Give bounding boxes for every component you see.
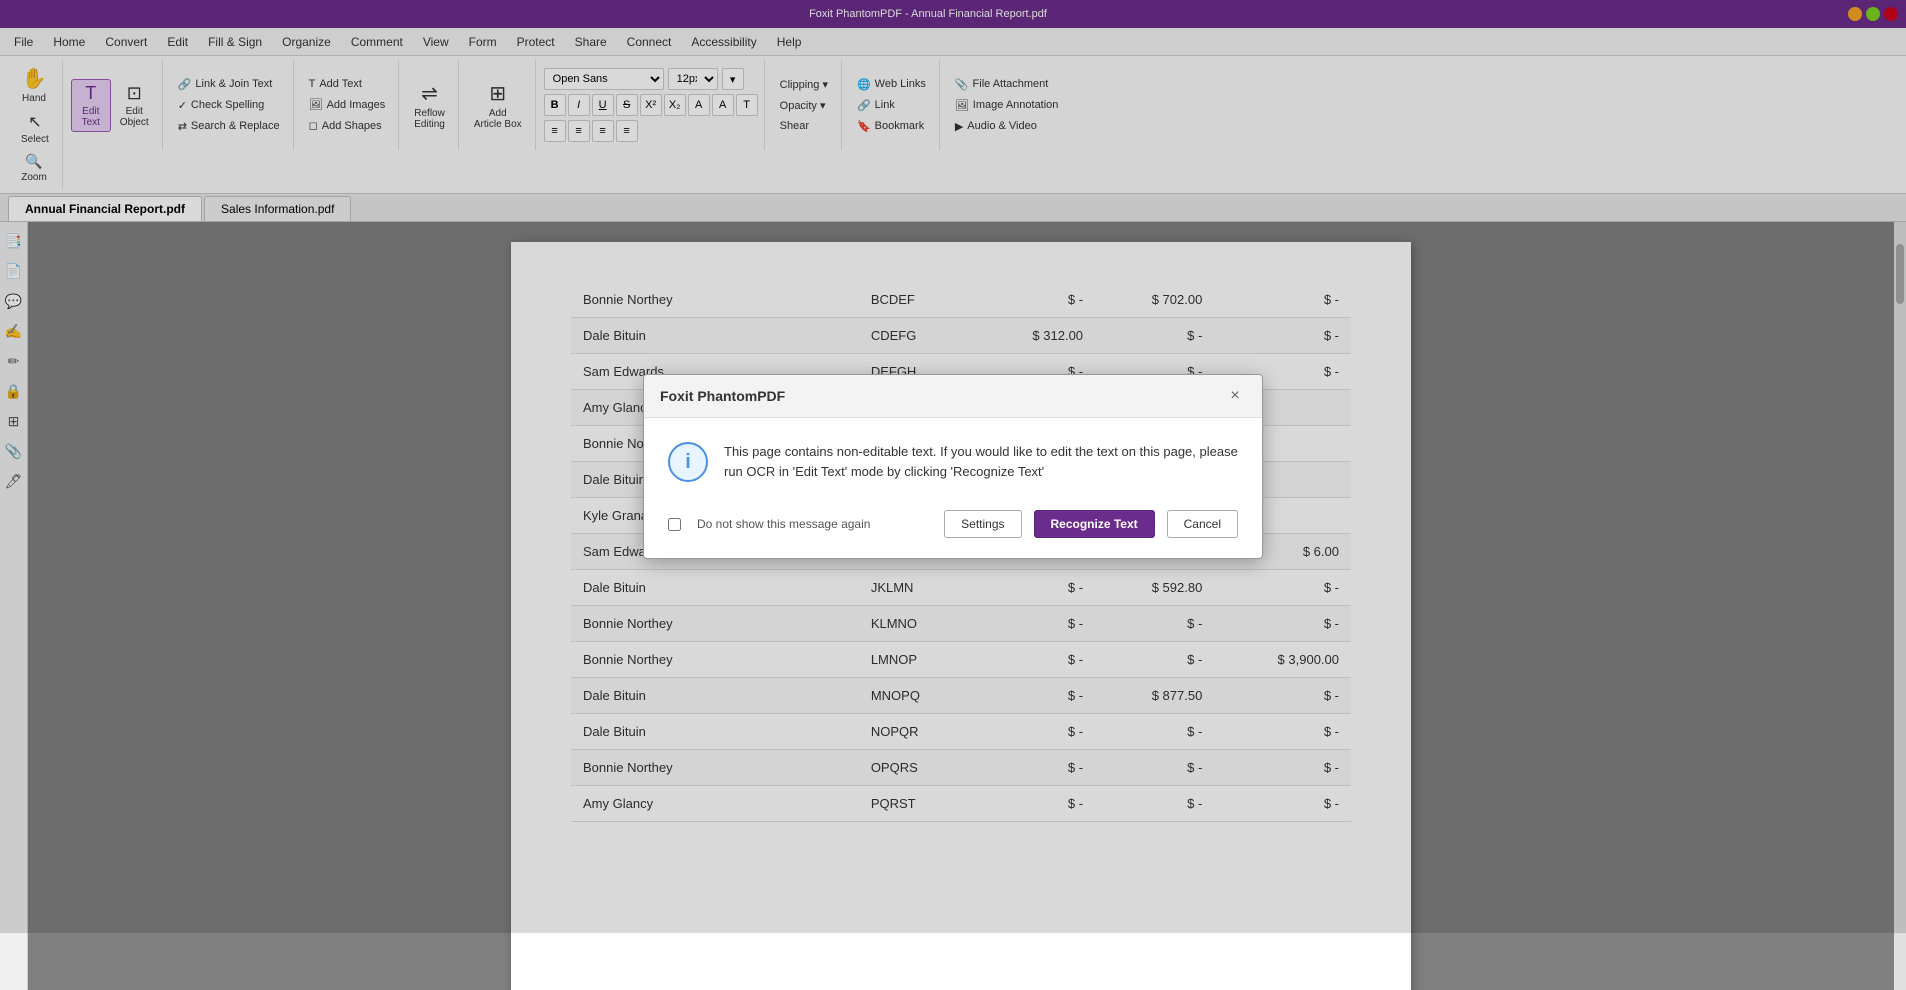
- recognize-text-button[interactable]: Recognize Text: [1034, 510, 1155, 538]
- modal-close-button[interactable]: ×: [1224, 385, 1246, 407]
- modal-footer: Do not show this message again Settings …: [644, 498, 1262, 558]
- modal-overlay: Foxit PhantomPDF × i This page contains …: [0, 0, 1906, 933]
- modal-dialog: Foxit PhantomPDF × i This page contains …: [643, 374, 1263, 559]
- modal-title: Foxit PhantomPDF: [660, 388, 785, 404]
- settings-button[interactable]: Settings: [944, 510, 1021, 538]
- dont-show-checkbox[interactable]: [668, 518, 681, 531]
- dont-show-label: Do not show this message again: [697, 517, 932, 531]
- modal-message: This page contains non-editable text. If…: [724, 442, 1238, 482]
- modal-header: Foxit PhantomPDF ×: [644, 375, 1262, 418]
- modal-body: i This page contains non-editable text. …: [644, 418, 1262, 498]
- modal-info-icon: i: [668, 442, 708, 482]
- cancel-button[interactable]: Cancel: [1167, 510, 1238, 538]
